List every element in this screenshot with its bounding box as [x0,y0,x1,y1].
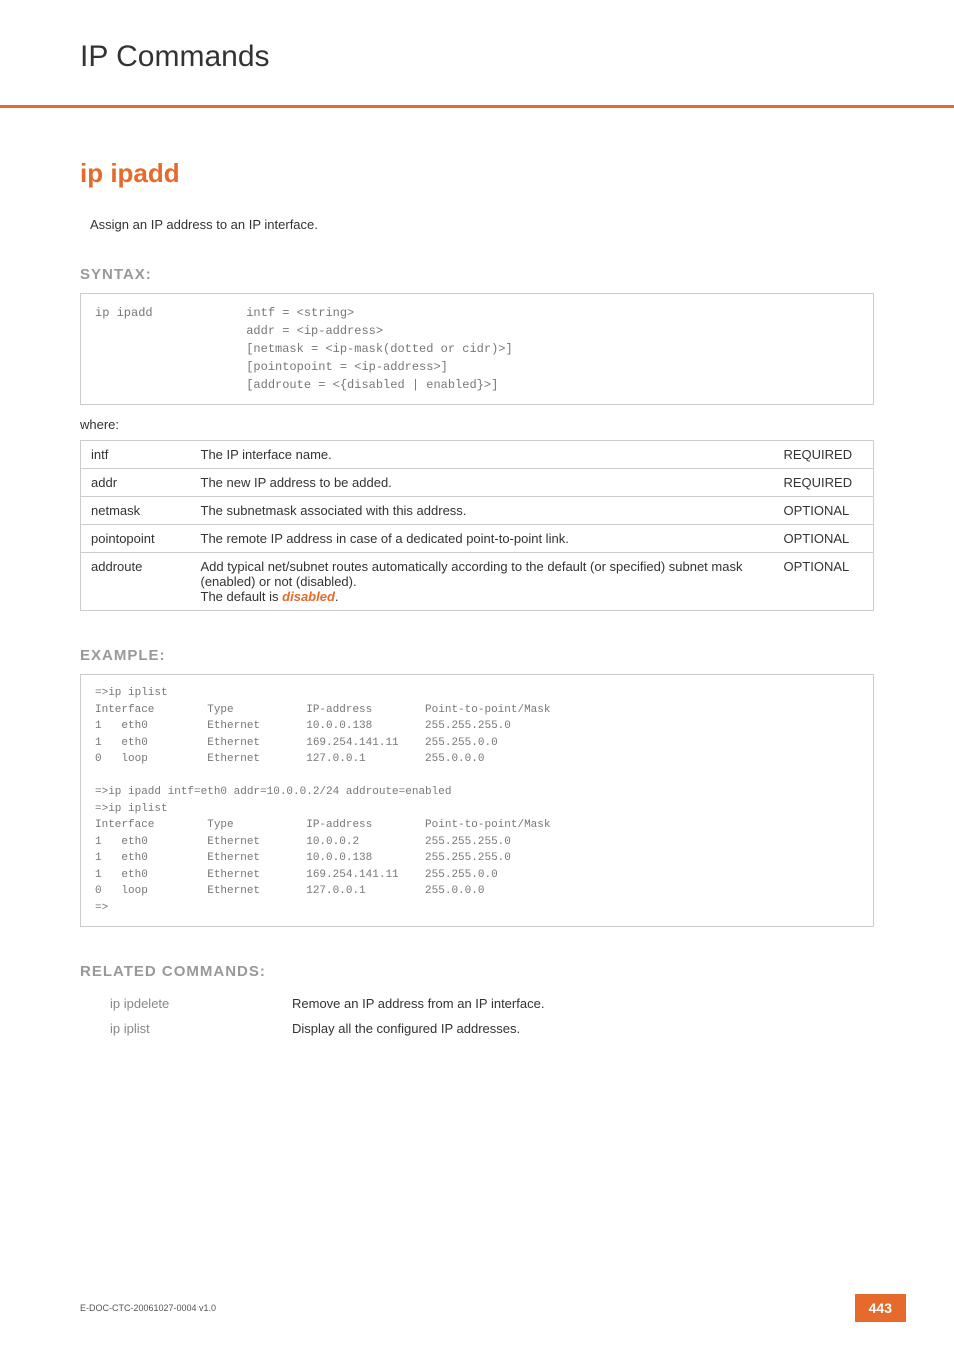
related-heading: RELATED COMMANDS: [80,963,874,980]
table-row: addroute Add typical net/subnet routes a… [81,553,874,611]
param-name: addroute [81,553,191,611]
param-desc: The subnetmask associated with this addr… [191,497,774,525]
table-row: intf The IP interface name. REQUIRED [81,441,874,469]
command-description: Assign an IP address to an IP interface. [90,217,874,232]
param-desc: Add typical net/subnet routes automatica… [191,553,774,611]
param-name: addr [81,469,191,497]
table-row: netmask The subnetmask associated with t… [81,497,874,525]
related-cmd: ip ipdelete [110,992,290,1015]
param-name: netmask [81,497,191,525]
param-req: REQUIRED [774,469,874,497]
related-table: ip ipdelete Remove an IP address from an… [108,990,546,1042]
table-row: pointopoint The remote IP address in cas… [81,525,874,553]
command-name: ip ipadd [80,158,874,189]
where-label: where: [80,417,874,432]
related-cmd: ip iplist [110,1017,290,1040]
param-desc: The remote IP address in case of a dedic… [191,525,774,553]
syntax-code: ip ipadd intf = <string> addr = <ip-addr… [80,293,874,405]
param-req: OPTIONAL [774,497,874,525]
param-table: intf The IP interface name. REQUIRED add… [80,440,874,611]
param-desc-key: disabled [282,589,335,604]
page-header: IP Commands [0,0,954,108]
param-req: OPTIONAL [774,525,874,553]
param-name: pointopoint [81,525,191,553]
doc-id: E-DOC-CTC-20061027-0004 v1.0 [80,1303,216,1313]
param-req: REQUIRED [774,441,874,469]
syntax-heading: SYNTAX: [80,266,874,283]
param-desc-post: . [335,589,339,604]
param-desc: The IP interface name. [191,441,774,469]
example-heading: EXAMPLE: [80,647,874,664]
related-desc: Display all the configured IP addresses. [292,1017,544,1040]
content: ip ipadd Assign an IP address to an IP i… [0,108,954,1042]
param-desc: The new IP address to be added. [191,469,774,497]
table-row: ip ipdelete Remove an IP address from an… [110,992,544,1015]
param-req: OPTIONAL [774,553,874,611]
example-code: =>ip iplist Interface Type IP-address Po… [80,674,874,927]
table-row: ip iplist Display all the configured IP … [110,1017,544,1040]
related-desc: Remove an IP address from an IP interfac… [292,992,544,1015]
param-name: intf [81,441,191,469]
footer: E-DOC-CTC-20061027-0004 v1.0 443 [80,1294,906,1322]
page-number: 443 [855,1294,906,1322]
table-row: addr The new IP address to be added. REQ… [81,469,874,497]
page-title: IP Commands [80,40,954,74]
